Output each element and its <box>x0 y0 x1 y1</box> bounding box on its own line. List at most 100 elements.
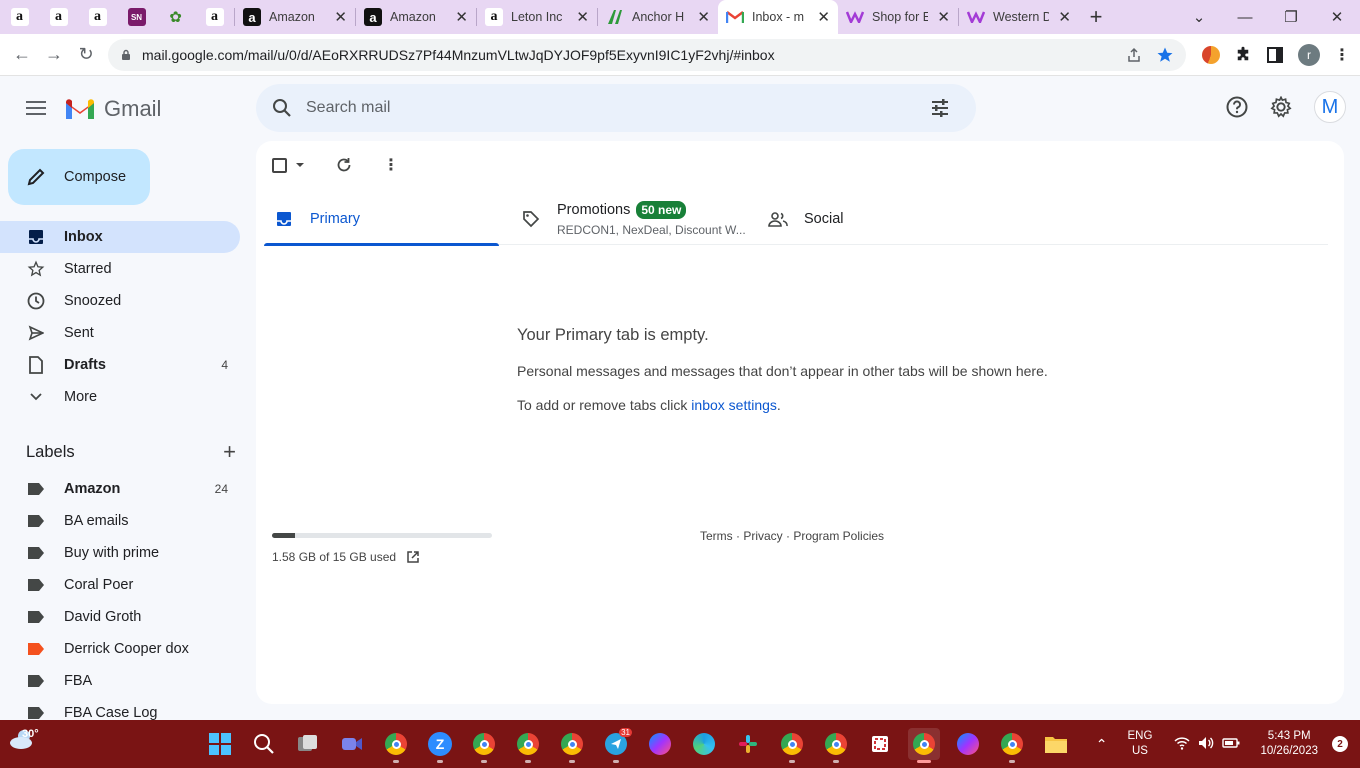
nav-item-starred[interactable]: Starred <box>0 253 240 285</box>
pinned-tab-amazon[interactable]: a <box>78 0 117 34</box>
chrome-icon[interactable] <box>556 728 588 763</box>
nav-item-more[interactable]: More <box>0 381 240 413</box>
account-avatar[interactable]: M <box>1314 91 1346 123</box>
gear-icon[interactable] <box>1270 96 1292 118</box>
label-item[interactable]: Coral Poer <box>0 569 240 601</box>
close-icon[interactable]: ✕ <box>697 8 710 26</box>
forward-icon[interactable]: → <box>38 44 70 65</box>
browser-tab[interactable]: a Amazon ✕ <box>356 0 476 34</box>
label-item[interactable]: FBA <box>0 665 240 697</box>
caret-down-icon[interactable] <box>295 162 305 168</box>
pinned-tab-amazon[interactable]: a <box>0 0 39 34</box>
amazon-icon: a <box>88 8 107 26</box>
chrome-icon[interactable] <box>996 728 1028 763</box>
puzzle-icon[interactable] <box>1234 46 1252 64</box>
share-icon[interactable] <box>1126 47 1142 63</box>
label-item[interactable]: David Groth <box>0 601 240 633</box>
refresh-icon[interactable] <box>335 156 353 174</box>
close-icon[interactable]: ✕ <box>937 8 950 26</box>
minimize-icon[interactable]: — <box>1222 9 1268 26</box>
chrome-icon[interactable] <box>820 728 852 763</box>
chevron-up-icon[interactable]: ⌃ <box>1096 736 1108 753</box>
back-icon[interactable]: ← <box>6 44 38 65</box>
extension-icon[interactable] <box>1202 46 1220 64</box>
restore-icon[interactable]: ❐ <box>1268 8 1314 26</box>
menu-dots-icon[interactable]: ⋮ <box>1334 45 1350 65</box>
search-input[interactable] <box>306 99 930 117</box>
nav-item-snoozed[interactable]: Snoozed <box>0 285 240 317</box>
label-item[interactable]: Derrick Cooper dox <box>0 633 240 665</box>
start-button[interactable] <box>204 728 236 760</box>
pinned-tab-amazon[interactable]: a <box>195 0 234 34</box>
chrome-icon-active[interactable] <box>908 728 940 763</box>
browser-tab[interactable]: a Amazon ✕ <box>235 0 355 34</box>
notification-badge[interactable]: 2 <box>1332 736 1348 752</box>
more-options-icon[interactable]: ⋮ <box>383 155 399 175</box>
tab-search-icon[interactable]: ⌄ <box>1176 8 1222 26</box>
meet-icon[interactable] <box>336 728 368 760</box>
tab-primary[interactable]: Primary <box>264 193 499 246</box>
edge-icon[interactable] <box>688 728 720 760</box>
browser-tab[interactable]: Western D ✕ <box>959 0 1079 34</box>
help-icon[interactable] <box>1226 96 1248 118</box>
battery-icon[interactable] <box>1222 737 1240 752</box>
nav-item-sent[interactable]: Sent <box>0 317 240 349</box>
label-item[interactable]: Buy with prime <box>0 537 240 569</box>
wifi-icon[interactable] <box>1174 736 1190 753</box>
pinned-tab-leaf[interactable]: ✿ <box>156 0 195 34</box>
new-tab-button[interactable]: + <box>1079 4 1113 30</box>
close-window-icon[interactable]: ✕ <box>1314 8 1360 26</box>
inbox-settings-link[interactable]: inbox settings <box>691 397 777 413</box>
task-view-icon[interactable] <box>292 728 324 760</box>
file-explorer-icon[interactable] <box>1040 728 1072 760</box>
messenger-icon[interactable] <box>644 728 676 760</box>
browser-tab[interactable]: Anchor H ✕ <box>598 0 718 34</box>
chrome-icon[interactable] <box>512 728 544 763</box>
label-item[interactable]: FBA Case Log <box>0 697 240 720</box>
telegram-icon[interactable]: 31 <box>600 728 632 763</box>
nav-item-inbox[interactable]: Inbox <box>0 221 240 253</box>
messenger-icon[interactable] <box>952 728 984 760</box>
tab-promotions[interactable]: Promotions 50 new REDCON1, NexDeal, Disc… <box>499 193 752 245</box>
search-taskbar-icon[interactable] <box>248 728 280 760</box>
label-item[interactable]: BA emails <box>0 505 240 537</box>
pinned-tab-sn[interactable]: SN <box>117 0 156 34</box>
gmail-logo[interactable]: Gmail <box>64 96 161 122</box>
zoom-icon[interactable]: Z <box>424 728 456 763</box>
label-item[interactable]: Amazon 24 <box>0 473 240 505</box>
slack-icon[interactable] <box>732 728 764 760</box>
search-bar[interactable] <box>256 84 976 132</box>
close-icon[interactable]: ✕ <box>334 8 347 26</box>
side-panel-icon[interactable] <box>1266 46 1284 64</box>
browser-tab[interactable]: a Leton Inc ✕ <box>477 0 597 34</box>
volume-icon[interactable] <box>1198 736 1214 753</box>
compose-button[interactable]: Compose <box>8 149 150 205</box>
select-all-checkbox[interactable] <box>272 157 287 173</box>
close-icon[interactable]: ✕ <box>576 8 589 26</box>
main-menu-icon[interactable] <box>24 97 48 121</box>
chrome-icon[interactable] <box>380 728 412 763</box>
browser-tab[interactable]: Shop for E ✕ <box>838 0 958 34</box>
search-icon[interactable] <box>272 98 292 118</box>
weather-widget[interactable]: 30° <box>8 728 39 750</box>
profile-avatar[interactable]: r <box>1298 44 1320 66</box>
snipping-tool-icon[interactable] <box>864 728 896 760</box>
reload-icon[interactable]: ↻ <box>70 44 102 65</box>
nav-item-drafts[interactable]: Drafts 4 <box>0 349 240 381</box>
add-label-button[interactable]: + <box>223 439 236 465</box>
external-link-icon[interactable] <box>406 550 420 564</box>
tab-social[interactable]: Social <box>752 193 952 245</box>
chrome-icon[interactable] <box>776 728 808 763</box>
close-icon[interactable]: ✕ <box>817 8 830 26</box>
chrome-icon[interactable] <box>468 728 500 763</box>
search-options-icon[interactable] <box>930 98 950 118</box>
address-bar[interactable]: mail.google.com/mail/u/0/d/AEoRXRRUDSz7P… <box>108 39 1186 71</box>
language-indicator[interactable]: ENG US <box>1128 729 1153 759</box>
pinned-tab-amazon[interactable]: a <box>39 0 78 34</box>
close-icon[interactable]: ✕ <box>455 8 468 26</box>
close-icon[interactable]: ✕ <box>1058 8 1071 26</box>
bookmark-star-icon[interactable] <box>1156 46 1174 64</box>
clock[interactable]: 5:43 PM 10/26/2023 <box>1260 729 1318 759</box>
browser-tab-active[interactable]: Inbox - m ✕ <box>718 0 838 34</box>
footer-links[interactable]: Terms · Privacy · Program Policies <box>700 529 884 543</box>
